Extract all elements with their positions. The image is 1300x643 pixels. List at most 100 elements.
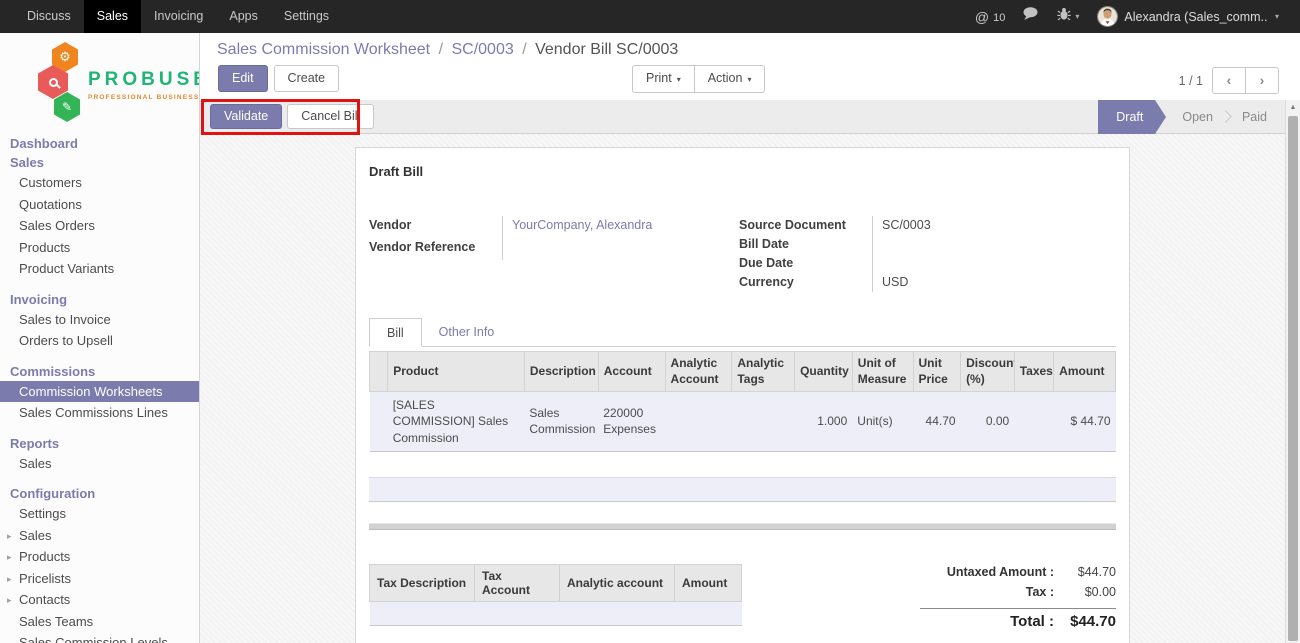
logo-subtitle: PROFESSIONAL BUSINESS (88, 94, 200, 101)
topbar-menu-sales[interactable]: Sales (84, 0, 141, 33)
topbar-menu-invoicing[interactable]: Invoicing (141, 0, 216, 33)
pager-next-button[interactable]: › (1245, 67, 1279, 94)
sidebar-item-products[interactable]: Products (0, 237, 199, 259)
sidebar-entry-label: Pricelists (19, 571, 71, 586)
tax-amount-cell (675, 601, 742, 625)
sidebar-item-pricelists[interactable]: ▸ Pricelists (0, 568, 199, 590)
sidebar-header-invoicing[interactable]: Invoicing (0, 290, 199, 309)
create-button[interactable]: Create (274, 65, 340, 92)
horizontal-scrollbar[interactable] (369, 523, 1116, 530)
topbar-menu-apps[interactable]: Apps (216, 0, 271, 33)
topbar-menu-settings[interactable]: Settings (271, 0, 342, 33)
sidebar-item-sales-commission-levels[interactable]: Sales Commission Levels (0, 632, 199, 643)
sidebar-item-contacts[interactable]: ▸Contacts (0, 589, 199, 611)
unit-price-cell: 44.70 (913, 392, 961, 452)
sidebar-item-sales-to-invoice[interactable]: Sales to Invoice (0, 309, 199, 331)
sidebar-header-commissions[interactable]: Commissions (0, 362, 199, 381)
sidebar-item-products[interactable]: ▸Products (0, 546, 199, 568)
tax-analytic-cell (560, 601, 675, 625)
sidebar-item-sales-orders[interactable]: Sales Orders (0, 215, 199, 237)
sidebar-item-sales[interactable]: ▸Sales (0, 525, 199, 547)
vendor-label: Vendor (369, 216, 502, 238)
action-button[interactable]: Action▾ (694, 65, 766, 93)
sheet-title: Draft Bill (369, 164, 1116, 179)
tax-col-header-analytic-account: Analytic account (560, 564, 675, 601)
expand-caret-icon: ▸ (7, 551, 12, 565)
print-action-group: Print▾ Action▾ (632, 65, 765, 93)
sidebar-header-dashboard[interactable]: Dashboard (0, 134, 199, 153)
sidebar-entry-label: Sales to Invoice (19, 312, 111, 327)
expand-caret-icon: ▸ (7, 530, 12, 544)
logo-hexagons: ⚙ ✎ (38, 42, 84, 122)
notebook-tabs: Bill Other Info (369, 318, 1116, 347)
print-button[interactable]: Print▾ (632, 65, 695, 93)
col-header-amount: Amount (1054, 352, 1116, 392)
user-menu[interactable]: Alexandra (Sales_comm.. ▾ (1088, 0, 1288, 33)
sidebar-item-quotations[interactable]: Quotations (0, 194, 199, 216)
sidebar-header-sales[interactable]: Sales (0, 153, 199, 172)
mention-count: 10 (993, 12, 1005, 24)
sidebar-item-sales-commissions-lines[interactable]: Sales Commissions Lines (0, 402, 199, 424)
sidebar-item-orders-to-upsell[interactable]: Orders to Upsell (0, 330, 199, 352)
record-buttons: Edit Create (218, 65, 339, 92)
tab-other-info[interactable]: Other Info (422, 318, 512, 346)
topbar-right: @ 10 ▾ Alexandra (Sales_comm.. ▾ (966, 0, 1300, 33)
vendor-reference-value (502, 238, 739, 260)
bill-date-label: Bill Date (739, 235, 872, 254)
untaxed-amount-row: Untaxed Amount : $44.70 (920, 565, 1116, 585)
scrollbar-thumb[interactable] (1288, 116, 1298, 641)
control-panel: Sales Commission Worksheet / SC/0003 / V… (200, 33, 1300, 100)
sidebar-item-customers[interactable]: Customers (0, 172, 199, 194)
edit-button[interactable]: Edit (218, 65, 268, 92)
sidebar-item-product-variants[interactable]: Product Variants (0, 258, 199, 280)
topbar-menu-discuss[interactable]: Discuss (14, 0, 84, 33)
account-cell: 220000 Expenses (598, 392, 665, 452)
source-document-value: SC/0003 (872, 216, 1112, 235)
sidebar-entry-label: Sales (19, 456, 52, 471)
sidebar-entry-label: Quotations (19, 197, 82, 212)
total-label: Total : (920, 613, 1054, 630)
amount-cell: $ 44.70 (1054, 392, 1116, 452)
discount-cell: 0.00 (961, 392, 1015, 452)
tax-table: Tax DescriptionTax AccountAnalytic accou… (369, 564, 742, 626)
content-background: Draft Bill Vendor YourCompany, Alexandra… (200, 134, 1300, 643)
untaxed-amount-label: Untaxed Amount : (920, 565, 1054, 579)
vendor-value[interactable]: YourCompany, Alexandra (502, 216, 739, 238)
bill-date-value (872, 235, 1112, 254)
breadcrumb-separator: / (435, 41, 447, 58)
sidebar-item-commission-worksheets[interactable]: Commission Worksheets (0, 381, 199, 403)
tools-hexagon-icon: ✎ (54, 92, 80, 122)
untaxed-amount-value: $44.70 (1054, 565, 1116, 579)
topbar-menus: DiscussSalesInvoicingAppsSettings (14, 0, 342, 33)
sidebar-item-settings[interactable]: Settings (0, 503, 199, 525)
sidebar-entry-label: Sales Orders (19, 218, 95, 233)
bill-line-row[interactable]: [SALES COMMISSION] Sales Commission Sale… (370, 392, 1116, 452)
mention-counter[interactable]: @ 10 (966, 0, 1014, 33)
total-value: $44.70 (1054, 613, 1116, 630)
sidebar-header-configuration[interactable]: Configuration (0, 484, 199, 503)
validate-button[interactable]: Validate (210, 104, 282, 129)
expand-caret-icon: ▸ (7, 573, 12, 587)
cancel-bill-button[interactable]: Cancel Bill (287, 104, 374, 129)
product-cell: [SALES COMMISSION] Sales Commission (388, 392, 525, 452)
sidebar-item-sales[interactable]: Sales (0, 453, 199, 475)
scroll-up-button[interactable]: ▲ (1286, 100, 1300, 115)
breadcrumb-worksheet-link[interactable]: Sales Commission Worksheet (217, 41, 430, 58)
col-header-discount: Discount (%) (961, 352, 1015, 392)
row-handle-header (370, 352, 388, 392)
totals-separator (920, 608, 1116, 609)
breadcrumb-record-link[interactable]: SC/0003 (451, 41, 513, 58)
tax-account-cell (475, 601, 560, 625)
sidebar-header-reports[interactable]: Reports (0, 434, 199, 453)
pager-previous-button[interactable]: ‹ (1212, 67, 1246, 94)
analytic-tags-cell (732, 392, 795, 452)
tab-bill[interactable]: Bill (369, 318, 422, 347)
description-cell: Sales Commission (524, 392, 598, 452)
messages-menu[interactable] (1014, 0, 1048, 33)
sidebar-item-sales-teams[interactable]: Sales Teams (0, 611, 199, 633)
status-state-paid: Paid (1226, 100, 1283, 134)
debug-menu[interactable]: ▾ (1048, 0, 1088, 33)
vertical-scrollbar[interactable]: ▲ (1285, 100, 1300, 643)
col-header-account: Account (598, 352, 665, 392)
due-date-value (872, 254, 1112, 273)
